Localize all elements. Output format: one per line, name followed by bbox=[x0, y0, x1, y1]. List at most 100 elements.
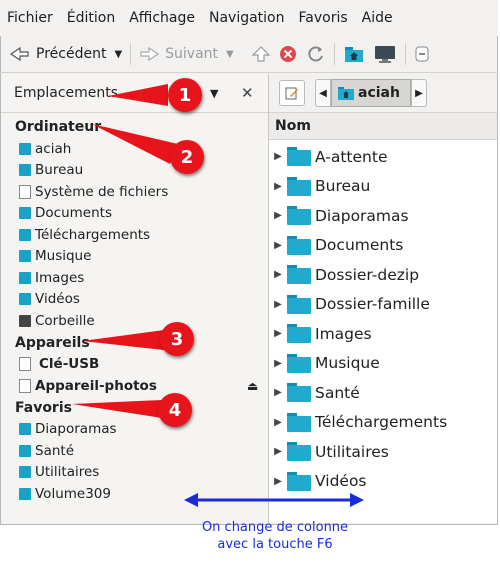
sidebar-mode-label[interactable]: Emplacements bbox=[14, 85, 118, 101]
places-sidebar: Emplacements ▼ ✕ Ordinateur aciah Bureau… bbox=[1, 74, 269, 523]
file-row[interactable]: ▶ A-attente bbox=[269, 142, 497, 172]
path-button-aciah[interactable]: aciah bbox=[331, 79, 411, 107]
file-row[interactable]: ▶ Bureau bbox=[269, 172, 497, 202]
music-folder-icon bbox=[287, 353, 311, 373]
sidebar-item-cle-usb[interactable]: Clé-USB bbox=[1, 354, 268, 376]
sidebar-item-label: Musique bbox=[35, 248, 92, 265]
folder-icon bbox=[19, 207, 31, 220]
sidebar-item-images[interactable]: Images bbox=[1, 267, 268, 289]
forward-dropdown-icon[interactable]: ▼ bbox=[226, 49, 234, 60]
menu-fichier[interactable]: Fichier bbox=[0, 10, 60, 26]
sidebar-item-label: Appareil-photos bbox=[35, 377, 157, 394]
section-title-ordinateur: Ordinateur bbox=[15, 119, 102, 135]
file-list: ▶ A-attente ▶ Bureau ▶ Diaporamas ▶ Document… bbox=[269, 140, 497, 496]
toolbar-separator bbox=[404, 43, 406, 65]
folder-icon bbox=[287, 383, 311, 403]
forward-button[interactable]: Suivant ▼ bbox=[139, 45, 234, 63]
file-name: Musique bbox=[315, 354, 380, 373]
path-left-arrow-icon[interactable]: ◀ bbox=[315, 79, 331, 107]
up-button[interactable] bbox=[250, 44, 272, 64]
expander-arrow-icon[interactable]: ▶ bbox=[269, 240, 287, 251]
sidebar-item-corbeille[interactable]: Corbeille bbox=[1, 310, 268, 332]
pictures-folder-icon bbox=[287, 324, 311, 344]
back-dropdown-icon[interactable]: ▼ bbox=[114, 49, 122, 60]
videos-folder-icon bbox=[19, 293, 31, 306]
expander-arrow-icon[interactable]: ▶ bbox=[269, 151, 287, 162]
expander-arrow-icon[interactable]: ▶ bbox=[269, 299, 287, 310]
location-entry-toggle[interactable] bbox=[279, 80, 305, 106]
menu-edition[interactable]: Édition bbox=[60, 10, 122, 26]
folder-icon bbox=[287, 235, 311, 255]
up-arrow-icon bbox=[251, 46, 271, 62]
stop-button[interactable] bbox=[278, 44, 298, 64]
folder-icon bbox=[287, 442, 311, 462]
menu-favoris[interactable]: Favoris bbox=[292, 10, 355, 26]
sidebar-item-volume309[interactable]: Volume309 bbox=[1, 483, 268, 505]
file-row[interactable]: ▶ Diaporamas bbox=[269, 201, 497, 231]
sidebar-item-appareil-photos[interactable]: Appareil-photos ⏏ bbox=[1, 375, 268, 397]
sidebar-item-diaporamas[interactable]: Diaporamas bbox=[1, 419, 268, 441]
expander-arrow-icon[interactable]: ▶ bbox=[269, 181, 287, 192]
annotation-badge-3: 3 bbox=[160, 322, 194, 356]
menu-affichage[interactable]: Affichage bbox=[122, 10, 202, 26]
sidebar-item-label: Diaporamas bbox=[35, 421, 117, 438]
expander-arrow-icon[interactable]: ▶ bbox=[269, 387, 287, 398]
sidebar-item-documents[interactable]: Documents bbox=[1, 203, 268, 225]
expander-arrow-icon[interactable]: ▶ bbox=[269, 210, 287, 221]
usb-drive-icon bbox=[19, 357, 31, 372]
close-sidebar-icon[interactable]: ✕ bbox=[241, 84, 254, 102]
sidebar-item-label: Bureau bbox=[35, 162, 84, 179]
sidebar-item-label: Vidéos bbox=[35, 291, 80, 308]
file-row[interactable]: ▶ Musique bbox=[269, 349, 497, 379]
drive-icon bbox=[19, 184, 31, 199]
file-row[interactable]: ▶ Santé bbox=[269, 378, 497, 408]
forward-label: Suivant bbox=[165, 46, 219, 62]
file-row[interactable]: ▶ Vidéos bbox=[269, 467, 497, 497]
sidebar-item-bureau[interactable]: Bureau bbox=[1, 160, 268, 182]
folder-icon bbox=[287, 412, 311, 432]
folder-icon bbox=[19, 423, 31, 436]
menu-aide[interactable]: Aide bbox=[355, 10, 400, 26]
videos-folder-icon bbox=[287, 471, 311, 491]
caption-line-1: On change de colonne bbox=[201, 520, 349, 535]
expander-arrow-icon[interactable]: ▶ bbox=[269, 476, 287, 487]
file-row[interactable]: ▶ Dossier-famille bbox=[269, 290, 497, 320]
file-row[interactable]: ▶ Utilitaires bbox=[269, 437, 497, 467]
file-row[interactable]: ▶ Images bbox=[269, 319, 497, 349]
column-header-nom[interactable]: Nom bbox=[269, 113, 497, 140]
section-title-favoris: Favoris bbox=[15, 399, 72, 416]
computer-button[interactable] bbox=[373, 44, 397, 64]
expander-arrow-icon[interactable]: ▶ bbox=[269, 446, 287, 457]
sidebar-item-utilitaires[interactable]: Utilitaires bbox=[1, 462, 268, 484]
reload-button[interactable] bbox=[306, 44, 326, 64]
toolbar-separator bbox=[333, 43, 335, 65]
sidebar-item-musique[interactable]: Musique bbox=[1, 246, 268, 268]
sidebar-item-sante[interactable]: Santé bbox=[1, 440, 268, 462]
menu-navigation[interactable]: Navigation bbox=[202, 10, 292, 26]
expander-arrow-icon[interactable]: ▶ bbox=[269, 269, 287, 280]
home-button[interactable] bbox=[343, 44, 365, 64]
sidebar-item-label: aciah bbox=[35, 140, 72, 157]
expander-arrow-icon[interactable]: ▶ bbox=[269, 328, 287, 339]
eject-icon[interactable]: ⏏ bbox=[247, 379, 258, 393]
sidebar-mode-dropdown-icon[interactable]: ▼ bbox=[210, 87, 218, 100]
expander-arrow-icon[interactable]: ▶ bbox=[269, 358, 287, 369]
toolbar: Précédent ▼ Suivant ▼ bbox=[0, 36, 498, 73]
file-row[interactable]: ▶ Documents bbox=[269, 231, 497, 261]
back-label: Précédent bbox=[36, 46, 107, 62]
file-row[interactable]: ▶ Téléchargements bbox=[269, 408, 497, 438]
sidebar-item-systeme-de-fichiers[interactable]: Système de fichiers bbox=[1, 181, 268, 203]
path-bar: ◀ aciah ▶ bbox=[269, 74, 497, 113]
stop-icon bbox=[279, 46, 296, 62]
sidebar-item-label: Volume309 bbox=[35, 485, 111, 502]
back-button[interactable]: Précédent ▼ bbox=[8, 45, 122, 63]
sidebar-item-videos[interactable]: Vidéos bbox=[1, 289, 268, 311]
sidebar-item-aciah[interactable]: aciah bbox=[1, 138, 268, 160]
expander-arrow-icon[interactable]: ▶ bbox=[269, 417, 287, 428]
sidebar-item-telechargements[interactable]: Téléchargements bbox=[1, 224, 268, 246]
annotation-badge-1: 1 bbox=[168, 78, 202, 112]
path-right-arrow-icon[interactable]: ▶ bbox=[410, 79, 427, 107]
file-row[interactable]: ▶ Dossier-dezip bbox=[269, 260, 497, 290]
view-button[interactable] bbox=[414, 45, 430, 63]
annotation-badge-4: 4 bbox=[158, 393, 192, 427]
